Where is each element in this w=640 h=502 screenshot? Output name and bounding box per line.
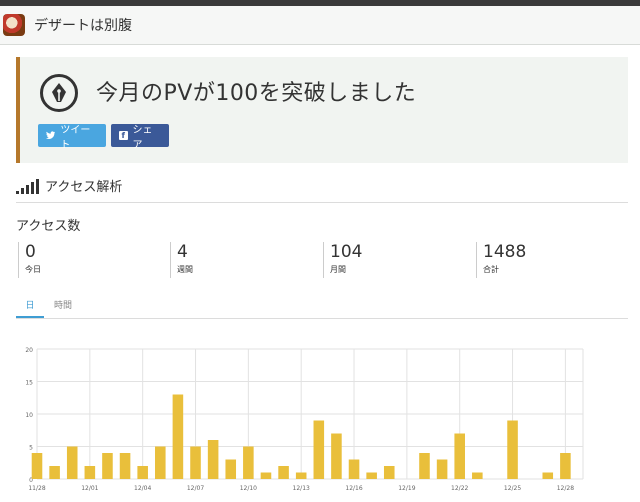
stat-value: 104 (330, 242, 363, 262)
stat-total: 1488 合計 (476, 242, 526, 278)
bar-12/16 (348, 459, 360, 479)
signal-bars-icon (16, 178, 39, 194)
bar-12/08 (207, 440, 219, 479)
bar-12/23 (472, 472, 483, 479)
x-tick-label: 12/25 (504, 485, 521, 492)
tweet-button[interactable]: ツイート (38, 124, 106, 151)
stat-label: 月間 (330, 265, 346, 274)
bar-12/12 (278, 466, 289, 479)
bar-12/17 (366, 472, 377, 479)
tab-day[interactable]: 日 (16, 298, 44, 318)
x-tick-label: 12/13 (293, 485, 310, 492)
bar-12/09 (225, 459, 237, 479)
bar-12/07 (190, 446, 201, 479)
bar-12/03 (119, 453, 131, 479)
x-tick-label: 12/01 (81, 485, 98, 492)
bar-12/18 (383, 466, 395, 479)
twitter-bird-icon (46, 131, 56, 139)
bar-12/25 (507, 420, 518, 479)
stat-label: 今日 (25, 265, 41, 274)
bar-12/06 (172, 394, 184, 479)
blog-title[interactable]: デザートは別腹 (34, 15, 132, 35)
facebook-icon: f (119, 131, 128, 140)
section-title: アクセス解析 (45, 180, 123, 195)
stat-value: 4 (177, 242, 188, 262)
bar-12/14 (313, 420, 325, 479)
x-tick-label: 12/07 (187, 485, 204, 492)
y-tick-label: 15 (25, 380, 33, 387)
share-label: シェア (132, 124, 153, 151)
y-tick-label: 20 (25, 347, 33, 354)
stat-today: 0 今日 (18, 242, 41, 278)
daily-access-chart: 0510152011/28 12/01 12/04 12/07 12/10 12/13 12… (25, 347, 584, 492)
stat-week: 4 週間 (170, 242, 193, 278)
blog-avatar-icon[interactable] (3, 14, 25, 36)
bar-11/30 (66, 446, 78, 479)
blog-header: デザートは別腹 (0, 6, 640, 45)
y-tick-label: 10 (25, 412, 33, 419)
bar-12/05 (155, 446, 166, 479)
x-tick-label: 12/19 (398, 485, 415, 492)
access-analytics-heading: アクセス解析 (16, 176, 628, 203)
bar-12/10 (243, 446, 254, 479)
bar-12/22 (454, 433, 465, 479)
pv-notice-box: 今月のPVが100を突破しました ツイート f シェア (16, 57, 628, 163)
x-tick-label: 12/22 (451, 485, 468, 492)
access-count-title: アクセス数 (16, 219, 81, 234)
x-tick-label: 12/04 (134, 485, 151, 492)
bar-12/02 (102, 453, 113, 479)
stat-label: 合計 (483, 265, 499, 274)
x-tick-label: 12/28 (557, 485, 574, 492)
bar-12/13 (295, 472, 307, 479)
tab-hour[interactable]: 時間 (54, 298, 72, 311)
bar-12/20 (419, 453, 430, 479)
tweet-label: ツイート (60, 124, 91, 151)
bar-12/15 (331, 433, 342, 479)
bar-12/21 (436, 459, 448, 479)
bar-11/29 (49, 466, 60, 479)
x-tick-label: 11/28 (28, 485, 45, 492)
notice-message: 今月のPVが100を突破しました (96, 81, 417, 106)
stat-label: 週間 (177, 265, 193, 274)
stat-value: 1488 (483, 242, 527, 262)
period-tabs: 日 時間 (16, 296, 628, 319)
bar-12/11 (260, 472, 272, 479)
bar-11/28 (31, 453, 43, 479)
pen-nib-icon (40, 74, 78, 112)
x-tick-label: 12/10 (240, 485, 257, 492)
x-tick-label: 12/16 (345, 485, 362, 492)
bar-12/04 (137, 466, 148, 479)
facebook-share-button[interactable]: f シェア (111, 124, 169, 151)
bar-12/27 (542, 472, 554, 479)
y-tick-label: 5 (29, 445, 33, 452)
bar-12/01 (84, 466, 96, 479)
stat-month: 104 月間 (323, 242, 362, 278)
stat-value: 0 (25, 242, 36, 262)
bar-12/28 (560, 453, 571, 479)
